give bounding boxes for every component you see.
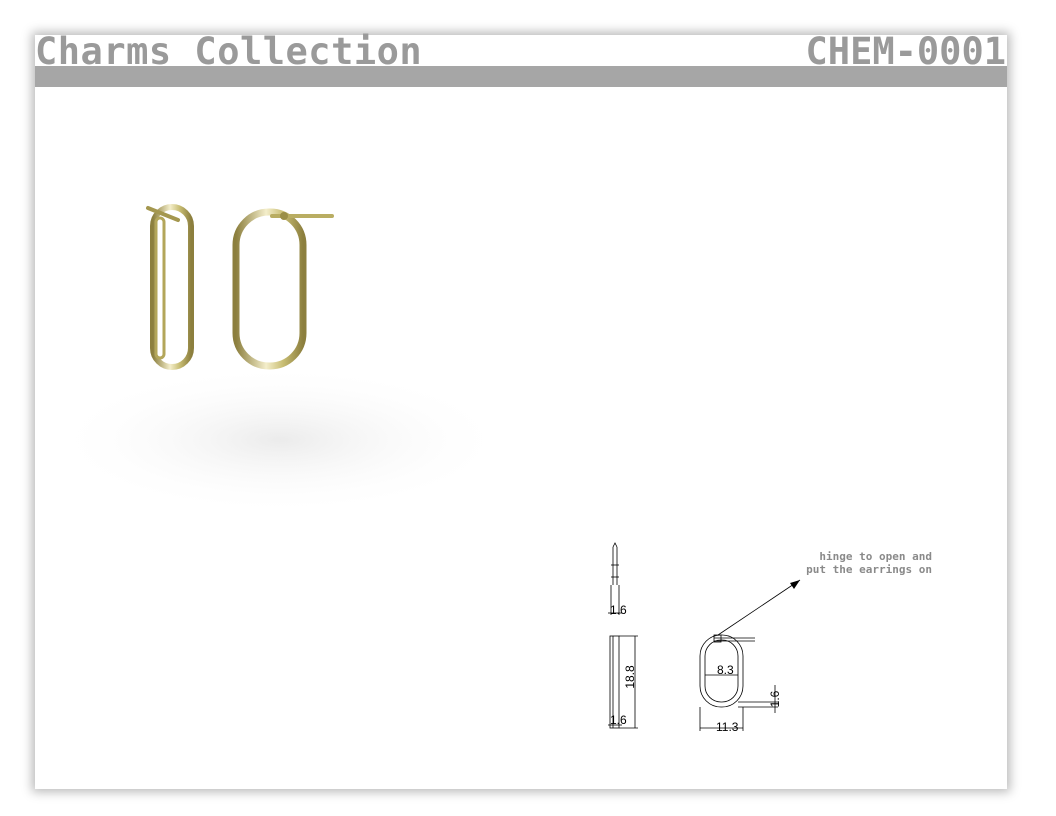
right-earring [232,208,334,370]
dim-front-outer-width: 11.3 [716,720,739,734]
earrings-render [40,180,510,540]
note-line-1: hinge to open and [819,550,932,563]
dim-side-thickness: 1.6 [610,713,627,727]
floor-shadow [50,365,510,515]
front-view [699,579,801,731]
left-earring [146,204,194,370]
dim-top-thickness: 1.6 [610,603,627,617]
dim-front-wire: 1.6 [768,690,782,707]
note-line-2: put the earrings on [806,563,932,576]
arrow-head-icon [790,580,800,589]
gold-oval-hoop-earrings-icon [50,204,510,515]
dim-front-inner-width: 8.3 [717,663,734,677]
dim-side-height: 18.8 [623,665,637,689]
hinge-note: hinge to open and put the earrings on [760,550,932,576]
header-bar [35,66,1007,87]
